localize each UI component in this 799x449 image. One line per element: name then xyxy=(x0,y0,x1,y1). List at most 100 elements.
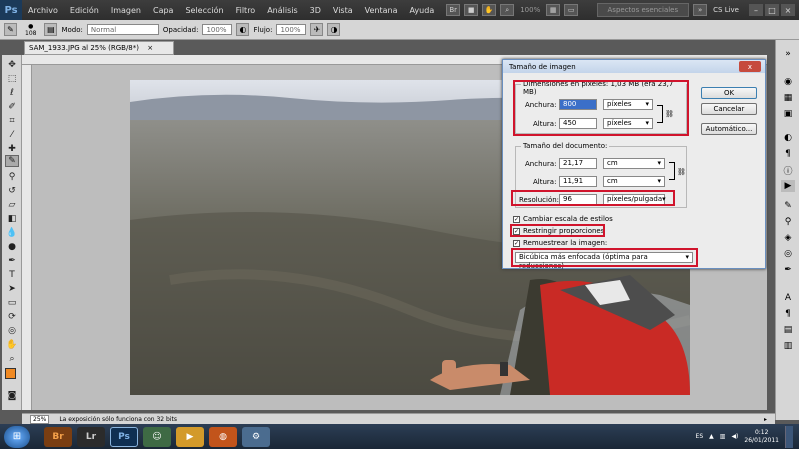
resample-method-select[interactable]: Bicúbica más enfocada (óptima para reduc… xyxy=(515,252,693,270)
quick-mask-icon[interactable]: ◙ xyxy=(5,390,19,402)
doc-height-unit-select[interactable]: cm ▾ xyxy=(603,176,665,187)
menu-capa[interactable]: Capa xyxy=(147,6,179,15)
minibridge-icon[interactable]: ■ xyxy=(464,4,479,16)
zoom-tool-icon[interactable]: ⌕ xyxy=(500,4,515,16)
media-player-taskbar-icon[interactable]: ▶ xyxy=(176,426,204,447)
doc-width-unit-select[interactable]: cm ▾ xyxy=(603,158,665,169)
hand-icon[interactable]: ✋ xyxy=(482,4,497,16)
minimize-icon[interactable]: – xyxy=(749,4,763,16)
menu-edicion[interactable]: Edición xyxy=(64,6,105,15)
swatches-panel-icon[interactable]: ▦ xyxy=(781,92,795,104)
adjustments-panel-icon[interactable]: ◐ xyxy=(781,132,795,144)
network-tray-icon[interactable]: ▥ xyxy=(720,433,726,440)
status-menu-arrow-icon[interactable]: ▸ xyxy=(764,416,767,423)
close-icon[interactable]: × xyxy=(781,4,795,16)
measurement-panel-icon[interactable]: ▥ xyxy=(781,340,795,352)
menu-3d[interactable]: 3D xyxy=(304,6,327,15)
opacity-input[interactable]: 100% xyxy=(202,24,233,35)
history-brush-tool-icon[interactable]: ↺ xyxy=(5,185,19,197)
healing-brush-tool-icon[interactable]: ✚ xyxy=(5,143,19,155)
cs-live-menu[interactable]: CS Live xyxy=(713,6,739,14)
gradient-tool-icon[interactable]: ◧ xyxy=(5,213,19,225)
pen-tool-icon[interactable]: ✒ xyxy=(5,255,19,267)
ok-button[interactable]: OK xyxy=(701,87,757,99)
lightroom-taskbar-button[interactable]: Lr xyxy=(77,426,105,447)
3d-orbit-tool-icon[interactable]: ◎ xyxy=(5,325,19,337)
workspace-switcher[interactable]: Aspectos esenciales xyxy=(596,3,690,17)
arrange-icon[interactable]: ▦ xyxy=(546,4,561,16)
move-tool-icon[interactable]: ✥ xyxy=(5,59,19,71)
zoom-readout[interactable]: 100% xyxy=(520,6,540,14)
vertical-ruler[interactable] xyxy=(22,65,32,410)
menu-analisis[interactable]: Análisis xyxy=(261,6,303,15)
cancel-button[interactable]: Cancelar xyxy=(701,103,757,115)
dodge-tool-icon[interactable]: ● xyxy=(5,241,19,253)
type-tool-icon[interactable]: T xyxy=(5,269,19,281)
mode-select[interactable]: Normal xyxy=(86,24,159,35)
px-height-input[interactable]: 450 xyxy=(559,118,597,129)
hand-tool-icon[interactable]: ✋ xyxy=(5,339,19,351)
crop-tool-icon[interactable]: ⌗ xyxy=(5,115,19,127)
px-height-unit-select[interactable]: píxeles ▾ xyxy=(603,118,653,129)
airbrush-icon[interactable]: ✈ xyxy=(310,23,324,36)
pressure-size-icon[interactable]: ◑ xyxy=(327,23,341,36)
document-tab-close[interactable]: × xyxy=(147,44,153,52)
menu-ventana[interactable]: Ventana xyxy=(359,6,404,15)
clone-source-panel-icon[interactable]: ⚲ xyxy=(781,216,795,228)
clone-stamp-tool-icon[interactable]: ⚲ xyxy=(5,171,19,183)
more-workspaces-icon[interactable]: » xyxy=(693,4,708,16)
3d-rotate-tool-icon[interactable]: ⟳ xyxy=(5,311,19,323)
brush-preset-icon[interactable]: ✎ xyxy=(4,23,17,36)
foreground-color-swatch[interactable] xyxy=(5,368,16,379)
network-taskbar-icon[interactable]: ⚙ xyxy=(242,426,270,447)
menu-archivo[interactable]: Archivo xyxy=(22,6,64,15)
flow-input[interactable]: 100% xyxy=(276,24,307,35)
brush-size-picker[interactable]: ● 108 xyxy=(25,23,36,37)
zoom-tool-icon[interactable]: ⌕ xyxy=(5,353,19,365)
status-zoom[interactable]: 25% xyxy=(30,414,50,424)
scale-styles-checkbox[interactable]: ✓ Cambiar escala de estilos xyxy=(513,215,613,223)
firefox-taskbar-icon[interactable]: ◍ xyxy=(209,426,237,447)
menu-imagen[interactable]: Imagen xyxy=(105,6,147,15)
messenger-taskbar-icon[interactable]: ☺ xyxy=(143,426,171,447)
brush-tool-icon[interactable]: ✎ xyxy=(5,155,19,167)
tray-up-arrow-icon[interactable]: ▲ xyxy=(709,433,714,440)
restore-icon[interactable]: □ xyxy=(765,4,779,16)
menu-seleccion[interactable]: Selección xyxy=(179,6,229,15)
dialog-titlebar[interactable]: Tamaño de imagen xyxy=(503,60,765,73)
dialog-close-button[interactable]: x xyxy=(739,61,761,72)
document-tab[interactable]: SAM_1933.JPG al 25% (RGB/8*) × xyxy=(24,41,174,55)
layers-panel-icon[interactable]: ◈ xyxy=(781,232,795,244)
paragraph-panel-icon[interactable]: ¶ xyxy=(781,308,795,320)
volume-tray-icon[interactable]: ◀) xyxy=(731,433,738,440)
paths-panel-icon[interactable]: ✒ xyxy=(781,264,795,276)
screen-mode-icon[interactable]: ▭ xyxy=(564,4,579,16)
path-selection-tool-icon[interactable]: ➤ xyxy=(5,283,19,295)
menu-vista[interactable]: Vista xyxy=(327,6,359,15)
eraser-tool-icon[interactable]: ▱ xyxy=(5,199,19,211)
start-button-icon[interactable]: ⊞ xyxy=(4,425,30,448)
lasso-tool-icon[interactable]: ℓ xyxy=(5,87,19,99)
bridge-icon[interactable]: Br xyxy=(446,4,461,16)
quick-selection-tool-icon[interactable]: ✐ xyxy=(5,101,19,113)
pressure-opacity-icon[interactable]: ◐ xyxy=(236,23,250,36)
show-desktop-button[interactable] xyxy=(785,425,793,448)
blur-tool-icon[interactable]: 💧 xyxy=(5,227,19,239)
px-width-unit-select[interactable]: píxeles ▾ xyxy=(603,99,653,110)
history-panel-icon[interactable]: ¶ xyxy=(781,148,795,160)
doc-width-input[interactable]: 21,17 xyxy=(559,158,597,169)
channels-panel-icon[interactable]: ◎ xyxy=(781,248,795,260)
info-panel-icon[interactable]: ⓘ xyxy=(781,164,795,177)
px-width-input[interactable]: 800 xyxy=(559,99,597,110)
constrain-proportions-checkbox[interactable]: ✓ Restringir proporciones xyxy=(513,227,604,235)
brush-panel-icon[interactable]: ▤ xyxy=(44,23,58,36)
eyedropper-tool-icon[interactable]: ⁄ xyxy=(5,129,19,141)
shape-tool-icon[interactable]: ▭ xyxy=(5,297,19,309)
photoshop-taskbar-button[interactable]: Ps xyxy=(110,426,138,447)
collapse-panels-icon[interactable]: » xyxy=(781,48,795,60)
marquee-tool-icon[interactable]: ⬚ xyxy=(5,73,19,85)
character-panel-icon[interactable]: A xyxy=(781,292,795,304)
resolution-unit-select[interactable]: píxeles/pulgada ▾ xyxy=(603,194,666,205)
resolution-input[interactable]: 96 xyxy=(559,194,597,205)
brush-panel-icon[interactable]: ✎ xyxy=(781,200,795,212)
